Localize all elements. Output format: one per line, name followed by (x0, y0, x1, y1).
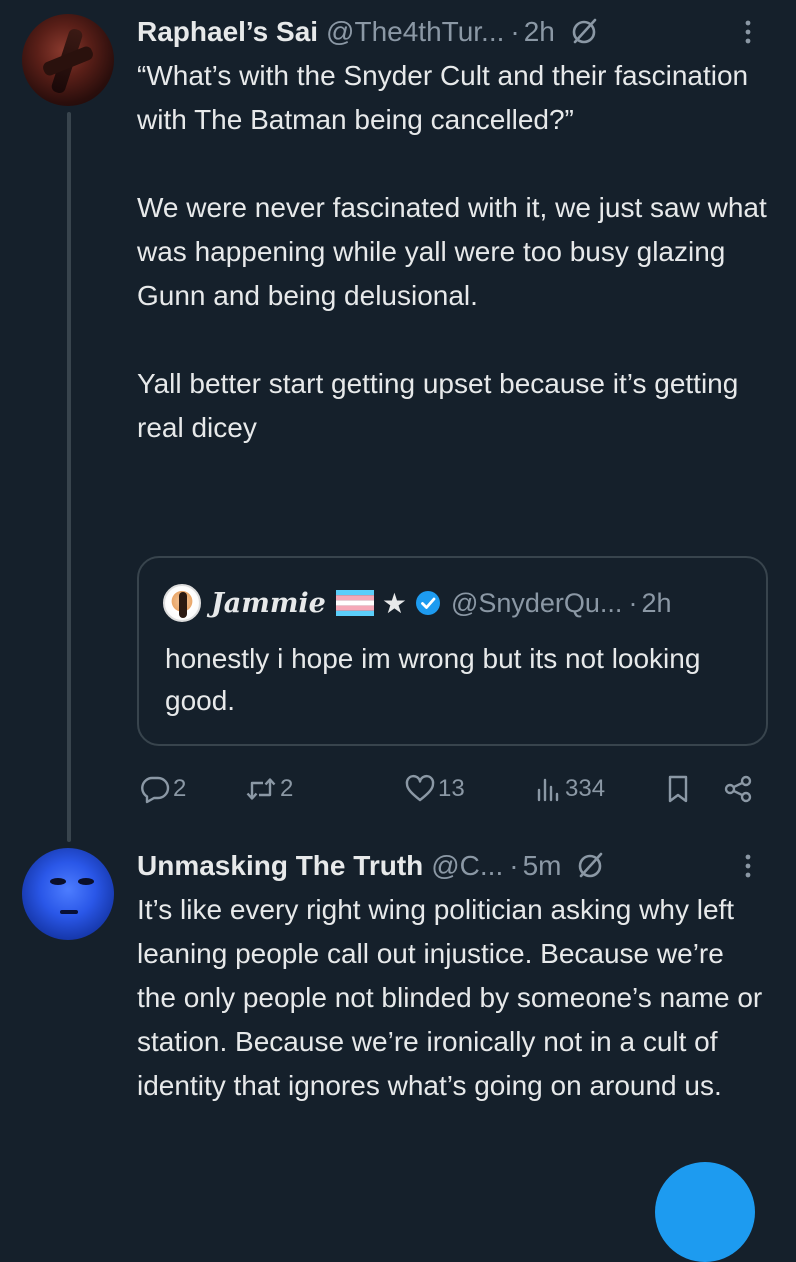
reply-count: 2 (173, 775, 187, 802)
grok-icon[interactable] (575, 851, 605, 881)
heart-icon (404, 774, 436, 804)
tweet-paragraph: “What’s with the Snyder Cult and their f… (137, 60, 749, 135)
quoted-avatar (163, 584, 201, 622)
more-vertical-icon[interactable] (738, 15, 758, 49)
separator: · (510, 16, 520, 47)
timestamp[interactable]: 2h (524, 16, 555, 48)
separator: · (628, 587, 638, 618)
like-button[interactable]: 13 (404, 772, 465, 806)
bookmark-button[interactable] (664, 772, 692, 806)
avatar-feature (60, 910, 78, 914)
share-button[interactable] (722, 772, 754, 806)
trans-flag-icon (335, 590, 374, 616)
tweet-paragraph: Yall better start getting upset because … (137, 368, 739, 443)
reply-icon (139, 774, 171, 804)
star-icon: ★ (381, 587, 407, 619)
display-name[interactable]: Raphael’s Sai (137, 16, 318, 48)
quoted-tweet[interactable]: Jammie ★ @SnyderQu... · 2h honestly i ho… (137, 556, 768, 746)
verified-icon (415, 590, 441, 616)
like-count: 13 (438, 775, 465, 802)
retweet-count: 2 (280, 775, 294, 802)
quoted-timestamp: 2h (641, 587, 672, 618)
user-handle[interactable]: @The4thTur... (326, 16, 504, 48)
avatar-feature (50, 878, 66, 885)
compose-button[interactable] (655, 1162, 755, 1262)
tweet-header: Unmasking The Truth @C... · 5m (137, 846, 768, 886)
views-count: 334 (565, 775, 606, 802)
views-icon (533, 774, 563, 804)
tweet-text: It’s like every right wing politician as… (137, 894, 763, 1101)
separator: · (509, 850, 519, 881)
display-name[interactable]: Unmasking The Truth (137, 850, 423, 882)
retweet-icon (244, 774, 278, 804)
quoted-tweet-text: honestly i hope im wrong but its not loo… (165, 643, 701, 716)
timestamp[interactable]: 5m (523, 850, 562, 882)
tweet[interactable]: Raphael’s Sai @The4thTur... · 2h “What’s… (137, 12, 768, 450)
avatar[interactable] (22, 14, 114, 106)
avatar[interactable] (22, 848, 114, 940)
tweet-action-bar: 2 2 13 334 (137, 768, 767, 808)
avatar-feature (78, 878, 94, 885)
quoted-tweet-header: Jammie ★ @SnyderQu... · 2h (163, 584, 671, 622)
reply-button[interactable]: 2 (139, 772, 186, 806)
retweet-button[interactable]: 2 (244, 772, 293, 806)
quoted-user-handle: @SnyderQu... (450, 587, 623, 618)
user-handle[interactable]: @C... (431, 850, 503, 882)
tweet-paragraph: We were never fascinated with it, we jus… (137, 192, 767, 311)
share-icon (722, 774, 754, 804)
more-vertical-icon[interactable] (738, 849, 758, 883)
tweet-header: Raphael’s Sai @The4thTur... · 2h (137, 12, 768, 52)
bookmark-icon (664, 774, 692, 804)
tweet-text: “What’s with the Snyder Cult and their f… (137, 54, 768, 450)
grok-icon[interactable] (569, 17, 599, 47)
quoted-display-name: Jammie (211, 587, 326, 619)
tweet[interactable]: Unmasking The Truth @C... · 5m It’s like… (137, 846, 768, 1108)
views-button[interactable]: 334 (533, 772, 605, 806)
thread-connector-line (67, 112, 71, 842)
